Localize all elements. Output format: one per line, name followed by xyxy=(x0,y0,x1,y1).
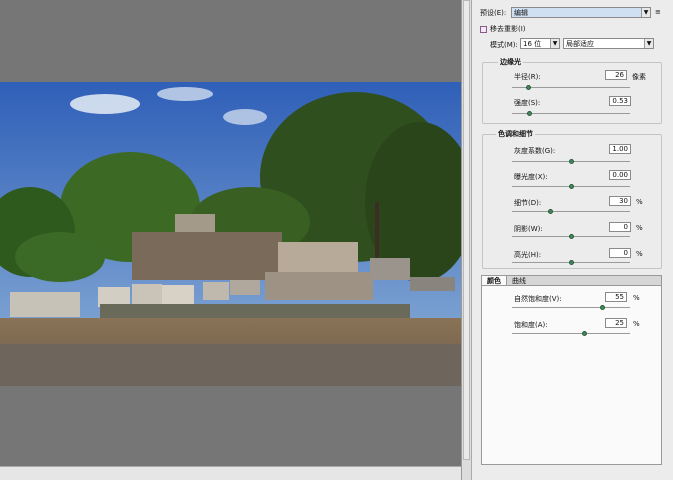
radius-slider-knob[interactable] xyxy=(526,85,531,90)
highlight-unit: % xyxy=(636,250,643,258)
bit-depth-select[interactable]: 16 位 ▼ xyxy=(520,38,560,49)
strength-input[interactable]: 0.53 xyxy=(609,96,631,106)
chevron-down-icon[interactable]: ▼ xyxy=(550,39,559,48)
preview-scrollbar[interactable] xyxy=(461,0,471,480)
shadow-label: 阴影(W): xyxy=(514,225,543,233)
strength-label: 强度(S): xyxy=(514,99,541,107)
highlight-slider[interactable] xyxy=(512,260,630,265)
shadow-unit: % xyxy=(636,224,643,232)
mode-label: 模式(M): xyxy=(490,41,518,49)
exposure-slider[interactable] xyxy=(512,184,630,189)
preview-area xyxy=(0,0,461,480)
shadow-input[interactable]: 0 xyxy=(609,222,631,232)
scrollbar-thumb[interactable] xyxy=(463,0,470,460)
vibrance-label: 自然饱和度(V): xyxy=(514,295,562,303)
saturation-input[interactable]: 25 xyxy=(605,318,627,328)
shadow-slider-knob[interactable] xyxy=(569,234,574,239)
shadow-value: 0 xyxy=(623,223,628,231)
saturation-slider[interactable] xyxy=(512,331,630,336)
detail-input[interactable]: 30 xyxy=(609,196,631,206)
status-strip xyxy=(0,466,461,480)
method-select[interactable]: 局部适应 ▼ xyxy=(563,38,654,49)
radius-value: 26 xyxy=(615,71,624,79)
tone-detail-group xyxy=(482,134,662,269)
strength-value: 0.53 xyxy=(612,97,628,105)
gamma-input[interactable]: 1.00 xyxy=(609,144,631,154)
tone-detail-title: 色调和细节 xyxy=(496,129,535,139)
method-value: 局部适应 xyxy=(566,39,594,48)
vibrance-value: 55 xyxy=(615,293,624,301)
detail-unit: % xyxy=(636,198,643,206)
tab-bar: 颜色 曲线 xyxy=(482,276,661,286)
tab-curve[interactable]: 曲线 xyxy=(507,276,531,285)
vibrance-input[interactable]: 55 xyxy=(605,292,627,302)
radius-unit: 像素 xyxy=(632,73,646,81)
gamma-slider-knob[interactable] xyxy=(569,159,574,164)
hdr-toning-dialog: 预设(E): 编辑 ▼ ≡ 移去重影(I) 模式(M): 16 位 ▼ 局部适应… xyxy=(0,0,673,480)
strength-slider[interactable] xyxy=(512,111,630,116)
gamma-label: 灰度系数(G): xyxy=(514,147,556,155)
detail-slider-knob[interactable] xyxy=(548,209,553,214)
shadow-slider[interactable] xyxy=(512,234,630,239)
bit-depth-value: 16 位 xyxy=(523,39,542,48)
highlight-input[interactable]: 0 xyxy=(609,248,631,258)
vibrance-slider-knob[interactable] xyxy=(600,305,605,310)
radius-slider[interactable] xyxy=(512,85,630,90)
highlight-value: 0 xyxy=(623,249,628,257)
detail-label: 细节(D): xyxy=(514,199,542,207)
chevron-down-icon[interactable]: ▼ xyxy=(644,39,653,48)
exposure-input[interactable]: 0.00 xyxy=(609,170,631,180)
exposure-value: 0.00 xyxy=(612,171,628,179)
exposure-label: 曝光度(X): xyxy=(514,173,548,181)
remove-ghost-checkbox[interactable] xyxy=(480,25,487,33)
settings-panel: 预设(E): 编辑 ▼ ≡ 移去重影(I) 模式(M): 16 位 ▼ 局部适应… xyxy=(471,0,673,480)
preset-select[interactable]: 编辑 ▼ xyxy=(511,7,651,18)
radius-label: 半径(R): xyxy=(514,73,541,81)
preset-value: 编辑 xyxy=(514,8,528,17)
edge-glow-title: 边缘光 xyxy=(498,57,523,67)
highlight-slider-knob[interactable] xyxy=(569,260,574,265)
gamma-value: 1.00 xyxy=(612,145,628,153)
saturation-value: 25 xyxy=(615,319,624,327)
color-curve-tabs: 颜色 曲线 xyxy=(481,275,662,465)
strength-slider-knob[interactable] xyxy=(527,111,532,116)
menu-icon[interactable]: ≡ xyxy=(655,8,661,16)
remove-ghost-label: 移去重影(I) xyxy=(490,25,526,33)
preview-image[interactable] xyxy=(0,82,461,386)
exposure-slider-knob[interactable] xyxy=(569,184,574,189)
detail-slider[interactable] xyxy=(512,209,630,214)
vibrance-slider[interactable] xyxy=(512,305,630,310)
detail-value: 30 xyxy=(619,197,628,205)
ruins-photo xyxy=(0,82,461,386)
highlight-label: 高光(H): xyxy=(514,251,542,259)
saturation-label: 饱和度(A): xyxy=(514,321,548,329)
tab-color[interactable]: 颜色 xyxy=(482,276,507,285)
gamma-slider[interactable] xyxy=(512,159,630,164)
radius-input[interactable]: 26 xyxy=(605,70,627,80)
vibrance-unit: % xyxy=(633,294,640,302)
saturation-unit: % xyxy=(633,320,640,328)
chevron-down-icon[interactable]: ▼ xyxy=(641,8,650,17)
preset-label: 预设(E): xyxy=(480,9,507,17)
saturation-slider-knob[interactable] xyxy=(582,331,587,336)
